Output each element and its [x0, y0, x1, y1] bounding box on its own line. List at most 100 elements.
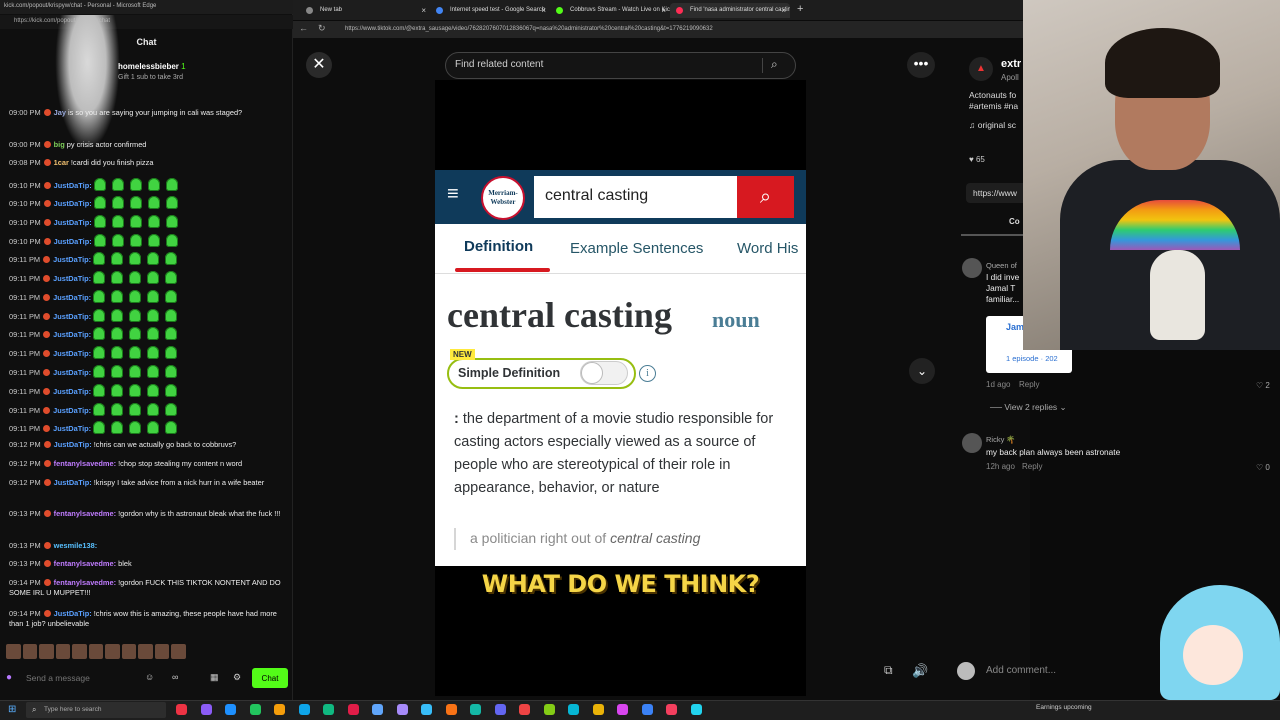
tab-comments[interactable]: Co: [1009, 217, 1020, 226]
commenter-avatar[interactable]: [962, 258, 982, 278]
taskbar-search[interactable]: Type here to search: [26, 702, 166, 718]
emote-thumb[interactable]: [171, 644, 187, 659]
message-username[interactable]: wesmile138:: [54, 541, 98, 550]
message-username[interactable]: JustDaTip:: [54, 181, 92, 190]
taskbar-app-icon[interactable]: [274, 704, 285, 715]
commenter-name[interactable]: Queen of: [986, 261, 1017, 270]
emote-thumb[interactable]: [154, 644, 170, 659]
emote-thumb[interactable]: [6, 644, 21, 659]
emote-thumb[interactable]: [138, 644, 153, 659]
taskbar-app-icon[interactable]: [225, 704, 236, 715]
emote-thumb[interactable]: [121, 644, 137, 659]
tab-close-icon[interactable]: ×: [421, 3, 426, 18]
message-username[interactable]: fentanylsavedme:: [54, 459, 116, 468]
sound-label[interactable]: ♫ original sc: [969, 120, 1016, 130]
microphone-icon[interactable]: ●: [6, 672, 16, 684]
message-username[interactable]: JustDaTip:: [53, 312, 91, 321]
taskbar-app-icon[interactable]: [200, 704, 212, 715]
message-username[interactable]: fentanylsavedme:: [54, 509, 116, 518]
next-video-button[interactable]: ⌄: [909, 358, 935, 384]
windows-start-icon[interactable]: ⊞: [8, 704, 20, 716]
commenter-name[interactable]: Ricky 🌴: [986, 435, 1016, 444]
message-username[interactable]: JustDaTip:: [54, 199, 92, 208]
emote-thumb[interactable]: [39, 644, 54, 659]
taskbar-news-widget[interactable]: Earnings upcoming: [1036, 704, 1092, 711]
taskbar-app-icon[interactable]: [298, 704, 310, 715]
taskbar-app-icon[interactable]: [666, 704, 677, 715]
like-count[interactable]: ♥ 65: [969, 155, 985, 164]
new-tab-icon[interactable]: +: [797, 3, 803, 15]
message-username[interactable]: JustDaTip:: [53, 293, 91, 302]
message-username[interactable]: JustDaTip:: [54, 478, 92, 487]
close-button[interactable]: ✕: [306, 52, 332, 78]
store-icon[interactable]: ▦: [210, 672, 219, 683]
message-username[interactable]: Jay: [54, 108, 66, 117]
message-username[interactable]: JustDaTip:: [53, 274, 91, 283]
taskbar-app-icon[interactable]: [396, 704, 408, 715]
search-icon[interactable]: ⌕: [771, 57, 778, 72]
infinity-icon[interactable]: ∞: [172, 672, 178, 682]
emote-thumb[interactable]: [55, 644, 71, 659]
emoji-icon[interactable]: ☺: [145, 672, 154, 682]
emote-thumb[interactable]: [105, 644, 120, 659]
chat-message-input[interactable]: [26, 668, 156, 688]
commenter-avatar[interactable]: [962, 433, 982, 453]
view-replies-link[interactable]: ── View 2 replies ⌄: [990, 402, 1067, 413]
taskbar-app-icon[interactable]: [494, 704, 506, 715]
gear-icon[interactable]: ⚙: [233, 672, 241, 683]
taskbar-app-icon[interactable]: [372, 704, 383, 715]
chat-send-button[interactable]: Chat: [252, 668, 288, 688]
taskbar-app-icon[interactable]: [617, 704, 628, 715]
pinned-username[interactable]: homelessbieber: [118, 62, 179, 71]
taskbar-app-icon[interactable]: [690, 704, 702, 715]
taskbar-app-icon[interactable]: [641, 704, 653, 715]
captions-icon[interactable]: ⧉: [884, 663, 902, 681]
taskbar-app-icon[interactable]: [470, 704, 481, 715]
taskbar-app-icon[interactable]: [347, 704, 359, 715]
message-username[interactable]: JustDaTip:: [54, 218, 92, 227]
browser-tab[interactable]: Find 'nasa administrator central casting…: [670, 3, 790, 18]
emote-thumb[interactable]: [72, 644, 87, 659]
creator-username[interactable]: extr: [1001, 58, 1021, 70]
taskbar-app-icon[interactable]: [568, 704, 579, 715]
taskbar-app-icon[interactable]: [176, 704, 187, 715]
comment-like[interactable]: ♡ 0: [1256, 463, 1270, 472]
reload-icon[interactable]: ↻: [318, 23, 326, 34]
message-username[interactable]: JustDaTip:: [54, 237, 92, 246]
message-username[interactable]: JustDaTip:: [53, 255, 91, 264]
message-username[interactable]: JustDaTip:: [53, 368, 91, 377]
message-username[interactable]: JustDaTip:: [53, 330, 91, 339]
taskbar-app-icon[interactable]: [445, 704, 457, 715]
message-username[interactable]: JustDaTip:: [54, 440, 92, 449]
message-username[interactable]: JustDaTip:: [54, 609, 92, 618]
chat-window-url[interactable]: https://kick.com/popout/krispyw/chat: [0, 15, 293, 29]
emote-strip[interactable]: [6, 644, 187, 660]
emote-thumb[interactable]: [22, 644, 38, 659]
volume-icon[interactable]: 🔊: [912, 663, 930, 681]
episode-title[interactable]: Jam: [1006, 322, 1024, 332]
taskbar-app-icon[interactable]: [519, 704, 530, 715]
taskbar-app-icon[interactable]: [543, 704, 555, 715]
browser-tab[interactable]: Internet speed test - Google Search ×: [430, 3, 550, 18]
message-username[interactable]: JustDaTip:: [53, 406, 91, 415]
tab-close-icon[interactable]: ×: [661, 3, 666, 18]
reply-button[interactable]: Reply: [1022, 462, 1042, 471]
taskbar-app-icon[interactable]: [421, 704, 432, 715]
copy-link-field[interactable]: https://www: [966, 183, 1030, 203]
pinned-gift-banner[interactable]: homelessbieber 1 Gift 1 sub to take 3rd: [118, 62, 278, 81]
message-username[interactable]: JustDaTip:: [53, 387, 91, 396]
taskbar-app-icon[interactable]: [249, 704, 261, 715]
message-username[interactable]: fentanylsavedme:: [54, 578, 116, 587]
message-username[interactable]: 1car: [54, 158, 69, 167]
address-url[interactable]: https://www.tiktok.com/@extra_sausage/vi…: [345, 24, 845, 35]
taskbar-app-icon[interactable]: [592, 704, 604, 715]
tab-close-icon[interactable]: ×: [781, 3, 786, 18]
add-comment-input[interactable]: Add comment...: [986, 665, 1056, 676]
message-username[interactable]: JustDaTip:: [53, 349, 91, 358]
message-username[interactable]: JustDaTip:: [53, 424, 91, 433]
browser-tab[interactable]: New tab ×: [300, 3, 430, 18]
back-arrow-icon[interactable]: ←: [299, 23, 308, 33]
emote-thumb[interactable]: [88, 644, 104, 659]
related-search-placeholder[interactable]: Find related content: [455, 59, 543, 70]
creator-avatar[interactable]: ▲: [969, 57, 993, 81]
